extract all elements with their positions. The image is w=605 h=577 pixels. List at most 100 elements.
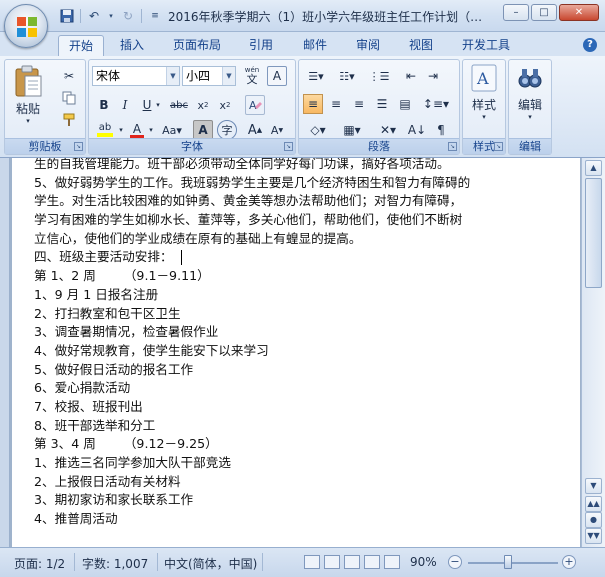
tab-page-layout[interactable]: 页面布局 — [163, 35, 231, 56]
underline-dropdown-icon[interactable]: ▾ — [153, 95, 163, 115]
page-count[interactable]: 页面: 1/2 — [14, 555, 65, 572]
distributed-icon[interactable]: ▤ — [395, 94, 415, 114]
tab-developer[interactable]: 开发工具 — [452, 35, 520, 56]
grow-font-icon[interactable]: A ▲ — [245, 120, 265, 140]
document-line[interactable]: 2、上报假日活动有关材料 — [34, 473, 564, 492]
line-spacing-icon[interactable]: ↕≡▾ — [421, 94, 451, 114]
editing-button[interactable]: 编辑 ▾ — [512, 64, 548, 121]
clear-formatting-icon[interactable]: A — [245, 95, 265, 115]
scroll-down-icon[interactable]: ▼ — [585, 478, 602, 494]
document-line[interactable]: 8、班干部选举和分工 — [34, 417, 564, 436]
decrease-indent-icon[interactable]: ⇤ — [401, 66, 421, 86]
draft-view-icon[interactable] — [384, 555, 400, 569]
font-color-dropdown-icon[interactable]: ▾ — [147, 120, 155, 140]
document-text[interactable]: 生的自我管理能力。班干部必须带动全体同学好每门功课，搞好各项活动。 5、做好弱势学… — [34, 158, 564, 529]
document-line[interactable]: 6、爱心捐款活动 — [34, 379, 564, 398]
vertical-scrollbar[interactable]: ▲ ▼ ▲▲ ● ▼▼ — [581, 158, 605, 547]
bold-icon[interactable]: B — [94, 95, 114, 115]
font-color-icon[interactable]: A — [127, 120, 147, 140]
document-page[interactable]: 生的自我管理能力。班干部必须带动全体同学好每门功课，搞好各项活动。 5、做好弱势学… — [12, 158, 580, 547]
zoom-out-icon[interactable]: − — [448, 555, 462, 569]
multilevel-list-icon[interactable]: ⋮☰ — [365, 66, 393, 86]
document-line[interactable]: 四、班级主要活动安排： — [34, 248, 564, 267]
next-page-icon[interactable]: ▼▼ — [585, 528, 602, 544]
document-line[interactable]: 第 1、2 周 （9.1－9.11） — [34, 267, 564, 286]
change-case-icon[interactable]: Aa▾ — [159, 120, 185, 140]
show-marks-icon[interactable]: ¶ — [431, 120, 451, 140]
bullets-icon[interactable]: ☰▾ — [302, 66, 330, 86]
tab-mailings[interactable]: 邮件 — [293, 35, 337, 56]
font-size-combo[interactable]: 小四 ▼ — [182, 66, 236, 86]
document-line[interactable]: 4、推普周活动 — [34, 510, 564, 529]
document-line[interactable]: 1、9 月 1 日报名注册 — [34, 286, 564, 305]
document-line[interactable]: 5、做好弱势学生的工作。我班弱势学生主要是几个经济特困生和智力有障碍的 — [34, 174, 564, 193]
clipboard-launcher-icon[interactable]: ↘ — [74, 142, 83, 151]
tab-insert[interactable]: 插入 — [110, 35, 154, 56]
document-line[interactable]: 第 3、4 周 （9.12－9.25） — [34, 435, 564, 454]
word-count[interactable]: 字数: 1,007 — [82, 555, 148, 572]
customize-icon[interactable]: ≡ — [146, 7, 164, 25]
undo-icon[interactable]: ↶ — [85, 7, 103, 25]
document-line[interactable]: 学习有困难的学生如柳水长、董萍等，多关心他们，帮助他们，使他们不断树 — [34, 211, 564, 230]
zoom-slider-track[interactable] — [468, 562, 558, 564]
font-name-dropdown-icon[interactable]: ▼ — [166, 67, 179, 85]
previous-page-icon[interactable]: ▲▲ — [585, 496, 602, 512]
character-border-icon[interactable]: A — [267, 66, 287, 86]
paragraph-launcher-icon[interactable]: ↘ — [448, 142, 457, 151]
document-line[interactable]: 3、期初家访和家长联系工作 — [34, 491, 564, 510]
format-painter-icon[interactable] — [59, 110, 79, 130]
paste-button[interactable]: 粘贴 ▾ — [9, 64, 47, 125]
select-browse-object-icon[interactable]: ● — [585, 512, 602, 528]
language-indicator[interactable]: 中文(简体，中国) — [164, 555, 257, 572]
styles-launcher-icon[interactable]: ↘ — [494, 142, 503, 151]
document-line[interactable]: 2、打扫教室和包干区卫生 — [34, 305, 564, 324]
highlight-dropdown-icon[interactable]: ▾ — [117, 120, 125, 140]
document-line[interactable]: 1、推选三名同学参加大队干部竞选 — [34, 454, 564, 473]
document-line[interactable]: 立信心，使他们的学业成绩在原有的基础上有蝗显的提高。 — [34, 230, 564, 249]
web-layout-icon[interactable] — [344, 555, 360, 569]
subscript-icon[interactable]: x2 — [193, 95, 213, 115]
align-center-icon[interactable]: ≡ — [326, 94, 346, 114]
scroll-up-icon[interactable]: ▲ — [585, 160, 602, 176]
superscript-icon[interactable]: x2 — [215, 95, 235, 115]
save-icon[interactable] — [58, 7, 76, 25]
italic-icon[interactable]: I — [115, 95, 135, 115]
document-line[interactable]: 学生。对生活比较困难的如钟勇、黄金美等想办法帮助他们；对智力有障碍， — [34, 192, 564, 211]
copy-icon[interactable] — [59, 88, 79, 108]
cut-icon[interactable]: ✂ — [59, 66, 79, 86]
document-line[interactable]: 5、做好假日活动的报名工作 — [34, 361, 564, 380]
sort-icon[interactable]: A↓ — [407, 120, 427, 140]
zoom-in-icon[interactable]: + — [562, 555, 576, 569]
document-line[interactable]: 3、调查暑期情况，检查暑假作业 — [34, 323, 564, 342]
print-layout-view-icon[interactable] — [304, 555, 320, 569]
justify-icon[interactable]: ☰ — [372, 94, 392, 114]
font-name-combo[interactable]: 宋体 ▼ — [92, 66, 180, 86]
undo-dropdown-icon[interactable]: ▾ — [107, 7, 115, 25]
font-size-dropdown-icon[interactable]: ▼ — [222, 67, 235, 85]
font-launcher-icon[interactable]: ↘ — [284, 142, 293, 151]
strikethrough-icon[interactable]: abc — [167, 95, 191, 115]
minimize-button[interactable]: – — [503, 4, 529, 21]
increase-indent-icon[interactable]: ⇥ — [423, 66, 443, 86]
office-button[interactable] — [4, 4, 48, 48]
tab-review[interactable]: 审阅 — [346, 35, 390, 56]
borders-icon[interactable]: ▦▾ — [337, 120, 367, 140]
maximize-button[interactable]: □ — [531, 4, 557, 21]
document-line[interactable]: 4、做好常规教育，使学生能安下以来学习 — [34, 342, 564, 361]
styles-button[interactable]: A 样式 ▾ — [466, 64, 502, 121]
zoom-level[interactable]: 90% — [410, 555, 437, 569]
tab-home[interactable]: 开始 — [58, 35, 105, 56]
numbering-icon[interactable]: ☷▾ — [333, 66, 361, 86]
phonetic-guide-icon[interactable]: wén 文 — [240, 66, 264, 86]
tab-references[interactable]: 引用 — [239, 35, 283, 56]
enclose-characters-icon[interactable]: 字 — [217, 120, 237, 140]
align-left-icon[interactable]: ≡ — [303, 94, 323, 114]
redo-icon[interactable]: ↻ — [119, 7, 137, 25]
chinese-layout-icon[interactable]: ✕▾ — [373, 120, 403, 140]
shading-icon[interactable]: ◇▾ — [303, 120, 333, 140]
document-line[interactable]: 生的自我管理能力。班干部必须带动全体同学好每门功课，搞好各项活动。 — [34, 158, 564, 174]
text-highlight-icon[interactable]: ab — [93, 120, 117, 140]
character-shading-icon[interactable]: A — [193, 120, 213, 140]
shrink-font-icon[interactable]: A ▼ — [267, 120, 287, 140]
outline-view-icon[interactable] — [364, 555, 380, 569]
